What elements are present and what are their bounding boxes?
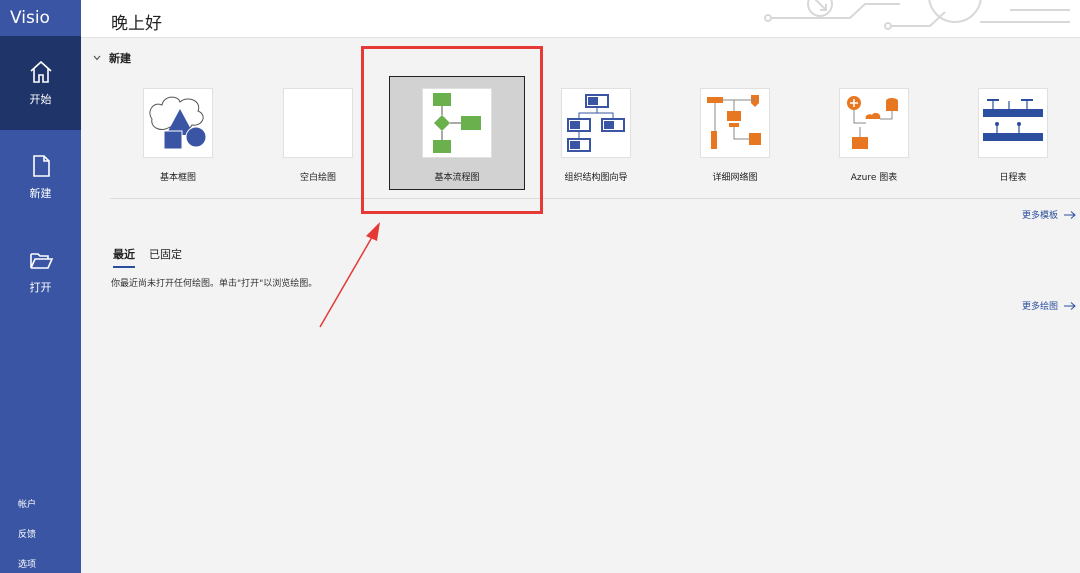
template-label: 详细网络图	[712, 173, 758, 183]
more-templates-link[interactable]: 更多模板	[1022, 208, 1076, 221]
more-templates-label: 更多模板	[1021, 211, 1058, 221]
template-azure[interactable]: Azure 图表	[806, 80, 942, 190]
circuit-decoration-icon	[764, 0, 1070, 30]
template-label: 基本框图	[159, 173, 196, 183]
network-diagram-icon	[700, 88, 770, 158]
recent-tabs: 最近 已固定	[113, 246, 182, 268]
template-org-chart-wizard[interactable]: 组织结构图向导	[528, 80, 664, 190]
template-detailed-network[interactable]: 详细网络图	[667, 80, 803, 190]
template-timeline[interactable]: 日程表	[945, 80, 1080, 190]
new-section-title: 新建	[109, 52, 131, 65]
template-label: 空白绘图	[299, 173, 336, 183]
template-label: 组织结构图向导	[564, 173, 628, 183]
timeline-icon	[978, 88, 1048, 158]
template-basic-block[interactable]: 基本框图	[110, 80, 246, 190]
tab-recent[interactable]: 最近	[113, 246, 135, 268]
folder-open-icon	[29, 253, 53, 269]
sidebar: Visio 开始 新建 打开 帐户 反馈 选项	[0, 0, 81, 573]
sidebar-item-label: 新建	[29, 187, 52, 200]
sidebar-item-new[interactable]: 新建	[0, 130, 81, 224]
arrow-right-icon	[1064, 210, 1076, 219]
app-name: Visio	[10, 8, 50, 28]
basic-flowchart-icon	[422, 88, 492, 158]
template-blank[interactable]: 空白绘图	[250, 80, 386, 190]
more-drawings-label: 更多绘图	[1021, 302, 1058, 312]
template-label: 基本流程图	[434, 173, 480, 183]
header: 晚上好	[81, 0, 1080, 38]
blank-drawing-icon	[283, 88, 353, 158]
sidebar-options[interactable]: 选项	[18, 557, 36, 570]
chevron-down-icon	[93, 55, 101, 61]
basic-block-diagram-icon	[143, 88, 213, 158]
new-section-toggle[interactable]: 新建	[93, 50, 131, 66]
sidebar-account[interactable]: 帐户	[18, 497, 36, 510]
more-drawings-link[interactable]: 更多绘图	[1022, 299, 1076, 312]
sidebar-item-open[interactable]: 打开	[0, 224, 81, 318]
sidebar-feedback[interactable]: 反馈	[18, 527, 36, 540]
greeting: 晚上好	[111, 14, 162, 34]
template-label: Azure 图表	[850, 173, 898, 183]
new-document-icon	[32, 155, 50, 177]
recent-empty-message: 你最近尚未打开任何绘图。单击"打开"以浏览绘图。	[111, 279, 318, 289]
org-chart-icon	[561, 88, 631, 158]
section-divider	[110, 198, 1080, 199]
azure-diagram-icon	[839, 88, 909, 158]
sidebar-item-home[interactable]: 开始	[0, 36, 81, 130]
sidebar-item-label: 开始	[29, 93, 52, 106]
template-label: 日程表	[999, 173, 1027, 183]
arrow-right-icon	[1064, 301, 1076, 310]
template-basic-flowchart[interactable]: 基本流程图	[389, 76, 525, 190]
sidebar-item-label: 打开	[29, 281, 52, 294]
tab-pinned[interactable]: 已固定	[149, 246, 182, 268]
home-icon	[29, 60, 52, 83]
